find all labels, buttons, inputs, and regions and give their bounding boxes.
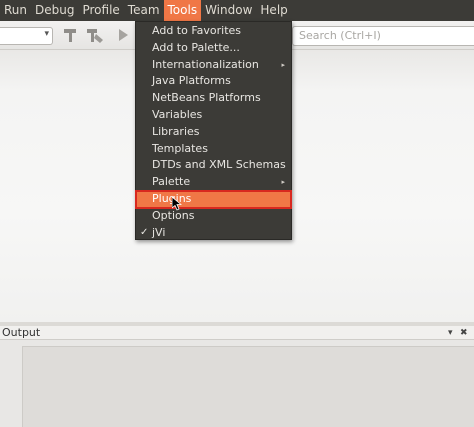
menu-item-label: Java Platforms: [152, 74, 231, 88]
menu-item-variables[interactable]: Variables: [136, 107, 291, 124]
menu-item-options[interactable]: Options: [136, 208, 291, 225]
menu-bar: Run Debug Profile Team Tools Window Help: [0, 0, 474, 21]
menu-item-templates[interactable]: Templates: [136, 141, 291, 158]
clean-build-hammer-icon[interactable]: [60, 26, 80, 46]
menu-item-label: NetBeans Platforms: [152, 91, 261, 105]
hammer-icon: [64, 29, 76, 42]
menu-item-label: Add to Palette...: [152, 40, 240, 54]
menu-team[interactable]: Team: [124, 0, 164, 21]
mouse-pointer-icon: [172, 197, 182, 211]
menu-item-dtds-xml-schemas[interactable]: DTDs and XML Schemas: [136, 157, 291, 174]
output-panel: Output ▾ ✖: [0, 326, 474, 427]
broom-hammer-icon: [87, 29, 103, 43]
menu-run[interactable]: Run: [0, 0, 31, 21]
menu-item-label: DTDs and XML Schemas: [152, 158, 286, 172]
menu-profile[interactable]: Profile: [78, 0, 123, 21]
output-close-icon[interactable]: ✖: [460, 326, 468, 340]
menu-item-label: Internationalization: [152, 57, 259, 71]
menu-item-label: Templates: [152, 141, 208, 155]
menu-item-label: Libraries: [152, 124, 200, 138]
menu-item-label: Variables: [152, 107, 203, 121]
menu-item-netbeans-platforms[interactable]: NetBeans Platforms: [136, 90, 291, 107]
menu-tools[interactable]: Tools: [163, 0, 202, 21]
menu-item-java-platforms[interactable]: Java Platforms: [136, 73, 291, 90]
menu-item-palette[interactable]: Palette ▸: [136, 174, 291, 191]
search-input[interactable]: Search (Ctrl+I): [292, 26, 474, 46]
menu-item-label: Palette: [152, 175, 191, 189]
check-icon: ✓: [140, 226, 149, 238]
menu-item-label: jVi: [152, 225, 166, 239]
tools-menu-dropdown: Add to Favorites Add to Palette... Inter…: [135, 21, 292, 240]
play-icon: [119, 29, 128, 41]
menu-item-libraries[interactable]: Libraries: [136, 124, 291, 141]
menu-item-add-to-favorites[interactable]: Add to Favorites: [136, 23, 291, 40]
output-menu-icon[interactable]: ▾: [448, 326, 453, 340]
menu-window[interactable]: Window: [201, 0, 256, 21]
menu-item-jvi[interactable]: ✓ jVi: [136, 225, 291, 242]
menu-item-label: Add to Favorites: [152, 24, 242, 37]
configuration-combo[interactable]: ▾: [0, 27, 53, 45]
build-broom-icon[interactable]: [85, 26, 105, 46]
menu-item-plugins[interactable]: Plugins: [135, 189, 292, 209]
menu-item-internationalization[interactable]: Internationalization ▸: [136, 57, 291, 74]
run-project-icon[interactable]: [113, 26, 133, 46]
menu-debug[interactable]: Debug: [31, 0, 78, 21]
menu-item-add-to-palette[interactable]: Add to Palette...: [136, 40, 291, 57]
output-header: Output ▾ ✖: [0, 326, 474, 340]
chevron-down-icon: ▾: [44, 29, 49, 39]
submenu-arrow-icon: ▸: [281, 60, 285, 69]
menu-help[interactable]: Help: [256, 0, 291, 21]
output-content: [22, 346, 474, 427]
submenu-arrow-icon: ▸: [281, 178, 285, 187]
output-tab-title[interactable]: Output: [2, 326, 40, 340]
